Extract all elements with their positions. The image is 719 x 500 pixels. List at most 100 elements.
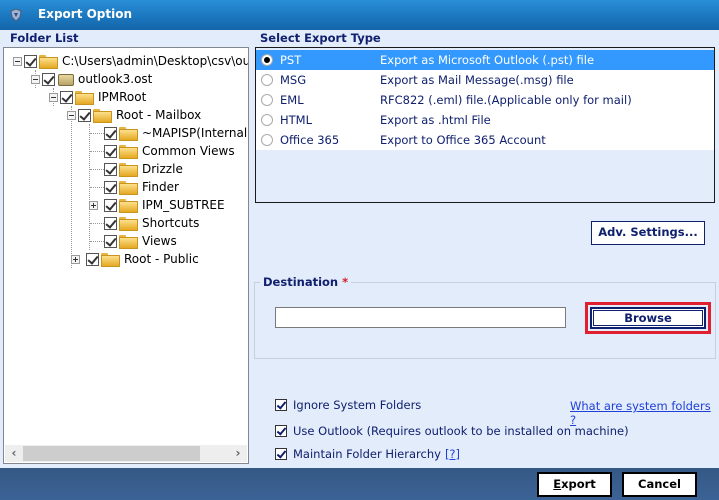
tree-node-shortcuts[interactable]: Shortcuts [104,214,199,232]
scrollbar-thumb[interactable] [23,446,200,461]
checkbox-checked-icon[interactable] [86,252,99,266]
export-type-msg[interactable]: MSG Export as Mail Message(.msg) file [256,70,714,90]
system-folders-link[interactable]: What are system folders ? [570,399,719,427]
option-label: Maintain Folder Hierarchy [293,447,441,461]
tree-node-common-views[interactable]: Common Views [104,142,235,160]
checkbox-checked-icon[interactable] [275,399,287,411]
checkbox-checked-icon[interactable] [104,162,117,176]
export-mnemonic: E [553,477,562,491]
expand-icon[interactable] [89,200,98,210]
checkbox-checked-icon[interactable] [104,126,117,140]
checkbox-checked-icon[interactable] [104,198,117,212]
folder-icon [119,198,138,213]
tree-node-views[interactable]: Views [104,232,177,250]
collapse-icon[interactable] [49,92,58,102]
checkbox-checked-icon[interactable] [60,90,73,104]
open-folder-icon [39,54,58,69]
export-button[interactable]: Export [537,472,612,497]
tree-connector [90,223,104,224]
required-mark: * [342,275,349,289]
export-type-name: Office 365 [280,133,340,147]
tree-node-label: Drizzle [142,162,183,176]
ignore-system-folders-option[interactable]: Ignore System Folders [275,398,421,412]
folder-list-label: Folder List [8,31,81,45]
folder-icon [119,144,138,159]
radio-unselected-icon[interactable] [261,74,273,86]
export-type-name: HTML [280,113,313,127]
collapse-icon[interactable] [31,74,40,84]
scroll-left-icon[interactable]: ‹ [7,447,21,460]
export-type-label: Select Export Type [258,31,383,45]
folder-icon [119,162,138,177]
window-title: Export Option [38,7,133,21]
radio-unselected-icon[interactable] [261,94,273,106]
tree-node-finder[interactable]: Finder [104,178,179,196]
tree-connector [90,169,104,170]
tree-node-label: Finder [142,180,179,194]
adv-settings-button[interactable]: Adv. Settings... [591,221,705,245]
checkbox-checked-icon[interactable] [104,234,117,248]
radio-unselected-icon[interactable] [261,134,273,146]
collapse-icon[interactable] [67,110,76,120]
title-bar: Export Option [0,0,719,30]
destination-path-input[interactable] [275,307,566,328]
tree-node-label: C:\Users\admin\Desktop\csv\outlo [62,54,248,68]
export-type-eml[interactable]: EML RFC822 (.eml) file.(Applicable only … [256,90,714,110]
tree-node-ipm-subtree[interactable]: IPM_SUBTREE [89,196,225,214]
folder-icon [75,90,94,105]
checkbox-checked-icon[interactable] [275,448,287,460]
tree-node-root-public[interactable]: Root - Public [71,250,199,268]
option-label: Use Outlook (Requires outlook to be inst… [293,424,629,438]
folder-icon [101,252,120,267]
data-file-icon [57,72,74,86]
export-type-description: Export to Office 365 Account [380,133,546,147]
checkbox-checked-icon[interactable] [275,425,287,437]
horizontal-scrollbar[interactable]: ‹ › [5,445,247,462]
export-type-description: Export as Mail Message(.msg) file [380,73,574,87]
folder-icon [119,126,138,141]
tree-node-label: Views [142,234,177,248]
tree-node-drizzle[interactable]: Drizzle [104,160,183,178]
cancel-button[interactable]: Cancel [622,472,697,497]
tree-node-label: IPMRoot [98,90,147,104]
export-type-office365[interactable]: Office 365 Export to Office 365 Account [256,130,714,150]
checkbox-checked-icon[interactable] [78,108,91,122]
destination-label-text: Destination [263,275,339,289]
radio-unselected-icon[interactable] [261,114,273,126]
tree-node-label: Shortcuts [142,216,200,230]
maintain-hierarchy-option[interactable]: Maintain Folder Hierarchy [?] [275,447,460,461]
browse-button-label: Browse [593,310,703,326]
use-outlook-option[interactable]: Use Outlook (Requires outlook to be inst… [275,424,629,438]
export-type-html[interactable]: HTML Export as .html File [256,110,714,130]
checkbox-checked-icon[interactable] [24,54,37,68]
folder-tree-nodes: C:\Users\admin\Desktop\csv\outlo outlook… [4,48,248,445]
scroll-right-icon[interactable]: › [231,447,245,460]
tree-node-root-path[interactable]: C:\Users\admin\Desktop\csv\outlo [13,52,248,70]
export-type-list: PST Export as Microsoft Outlook (.pst) f… [255,47,715,203]
option-label: Ignore System Folders [293,398,422,412]
export-type-name: EML [280,93,304,107]
expand-icon[interactable] [71,254,80,264]
export-type-description: RFC822 (.eml) file.(Applicable only for … [380,93,632,107]
export-type-description: Export as Microsoft Outlook (.pst) file [380,53,595,67]
export-type-description: Export as .html File [380,113,491,127]
tree-node-mapisp[interactable]: ~MAPISP(Internal) [104,124,248,142]
checkbox-checked-icon[interactable] [104,216,117,230]
folder-tree[interactable]: C:\Users\admin\Desktop\csv\outlo outlook… [3,47,249,464]
tree-node-ost-file[interactable]: outlook3.ost [31,70,152,88]
tree-node-label: Root - Mailbox [116,108,202,122]
export-type-pst[interactable]: PST Export as Microsoft Outlook (.pst) f… [256,50,714,70]
tree-node-root-mailbox[interactable]: Root - Mailbox [67,106,201,124]
checkbox-checked-icon[interactable] [104,180,117,194]
export-type-name: PST [280,53,302,67]
checkbox-checked-icon[interactable] [42,72,55,86]
radio-selected-icon[interactable] [261,54,273,66]
folder-icon [119,180,138,195]
tree-connector [71,106,72,268]
tree-node-ipmroot[interactable]: IPMRoot [49,88,146,106]
tree-node-label: IPM_SUBTREE [142,198,225,212]
browse-button[interactable]: Browse [590,307,706,329]
checkbox-checked-icon[interactable] [104,144,117,158]
hierarchy-help-link[interactable]: [?] [445,447,460,461]
collapse-icon[interactable] [13,56,22,66]
